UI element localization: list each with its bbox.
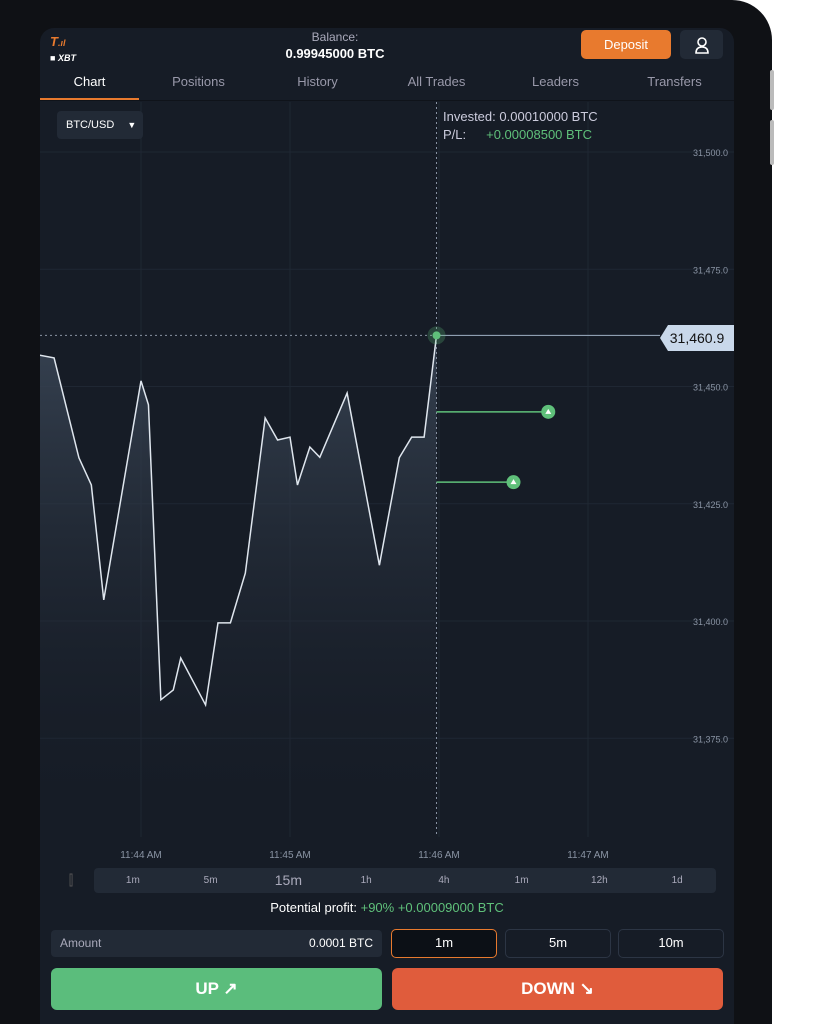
tab-chart[interactable]: Chart <box>40 68 139 100</box>
x-tick-label: 11:44 AM <box>120 850 162 861</box>
amount-label: Amount <box>60 936 102 950</box>
invested-value: 0.00010000 BTC <box>499 109 598 124</box>
duration-5m[interactable]: 5m <box>505 929 611 958</box>
tab-leaders[interactable]: Leaders <box>496 68 615 100</box>
y-tick-label: 31,450.0 <box>693 383 728 393</box>
tab-all-trades[interactable]: All Trades <box>377 68 496 100</box>
y-tick-label: 31,400.0 <box>693 617 728 627</box>
timeframe-15m[interactable]: 15m <box>250 868 328 893</box>
timeframe-1h[interactable]: 1h <box>327 868 405 893</box>
timeframe-bar: 1m 5m 15m 1h 4h 1m 12h 1d <box>94 868 716 893</box>
pair-selector[interactable]: BTC/USD ▼ <box>57 111 143 139</box>
candlestick-icon[interactable]: ⫿ <box>58 868 84 893</box>
up-button[interactable]: UP ↗ <box>51 968 382 1010</box>
down-button[interactable]: DOWN ↘ <box>392 968 723 1010</box>
timeframe-1m[interactable]: 1m <box>483 868 561 893</box>
y-tick-label: 31,475.0 <box>693 265 728 275</box>
y-tick-label: 31,375.0 <box>693 734 728 744</box>
tab-positions[interactable]: Positions <box>139 68 258 100</box>
balance-label: Balance: <box>311 30 359 44</box>
x-tick-label: 11:47 AM <box>567 850 609 861</box>
pl-label: P/L: <box>443 127 467 142</box>
x-tick-label: 11:45 AM <box>269 850 311 861</box>
timeframe-1m[interactable]: 1m <box>94 868 172 893</box>
logo: T.ıl ■ XBT <box>50 34 76 63</box>
timeframe-12h[interactable]: 12h <box>561 868 639 893</box>
app-screen: T.ıl ■ XBT Balance: 0.99945000 BTC Deposi… <box>40 28 734 1024</box>
current-point <box>432 331 441 340</box>
balance-value: 0.99945000 BTC <box>285 46 385 61</box>
caret-down-icon: ▼ <box>127 120 137 130</box>
potential-profit: Potential profit: +90% +0.00009000 BTC <box>40 900 734 915</box>
pl-value: +0.00008500 BTC <box>486 127 593 142</box>
tab-bar: Chart Positions History All Trades Leaders Tr… <box>40 68 734 101</box>
timeframe-1d[interactable]: 1d <box>638 868 716 893</box>
tab-transfers[interactable]: Transfers <box>615 68 734 100</box>
current-price-tag: 31,460.9 <box>660 325 734 351</box>
deposit-button[interactable]: Deposit <box>581 30 671 59</box>
profit-value: +90% +0.00009000 BTC <box>360 900 504 915</box>
timeframe-5m[interactable]: 5m <box>172 868 250 893</box>
position-info: Invested: 0.00010000 BTC P/L: +0.00008500… <box>443 108 598 144</box>
y-tick-label: 31,500.0 <box>693 148 728 158</box>
timeframe-4h[interactable]: 4h <box>405 868 483 893</box>
balance: Balance: 0.99945000 BTC <box>240 30 430 61</box>
user-button[interactable] <box>680 30 723 59</box>
tab-history[interactable]: History <box>258 68 377 100</box>
price-area <box>40 335 437 837</box>
x-tick-label: 11:46 AM <box>418 850 460 861</box>
duration-10m[interactable]: 10m <box>618 929 724 958</box>
profit-label: Potential profit: <box>270 900 357 915</box>
amount-input[interactable]: Amount 0.0001 BTC <box>51 930 382 957</box>
y-tick-label: 31,425.0 <box>693 500 728 510</box>
user-icon <box>694 36 709 54</box>
amount-value: 0.0001 BTC <box>308 936 373 950</box>
duration-1m[interactable]: 1m <box>391 929 497 958</box>
device-button <box>770 120 774 165</box>
invested-label: Invested: <box>443 109 496 124</box>
price-chart[interactable]: 31,500.0 31,475.0 31,450.0 31,425.0 31,400.0… <box>40 102 734 872</box>
pair-label: BTC/USD <box>66 119 115 131</box>
device-button <box>770 70 774 110</box>
